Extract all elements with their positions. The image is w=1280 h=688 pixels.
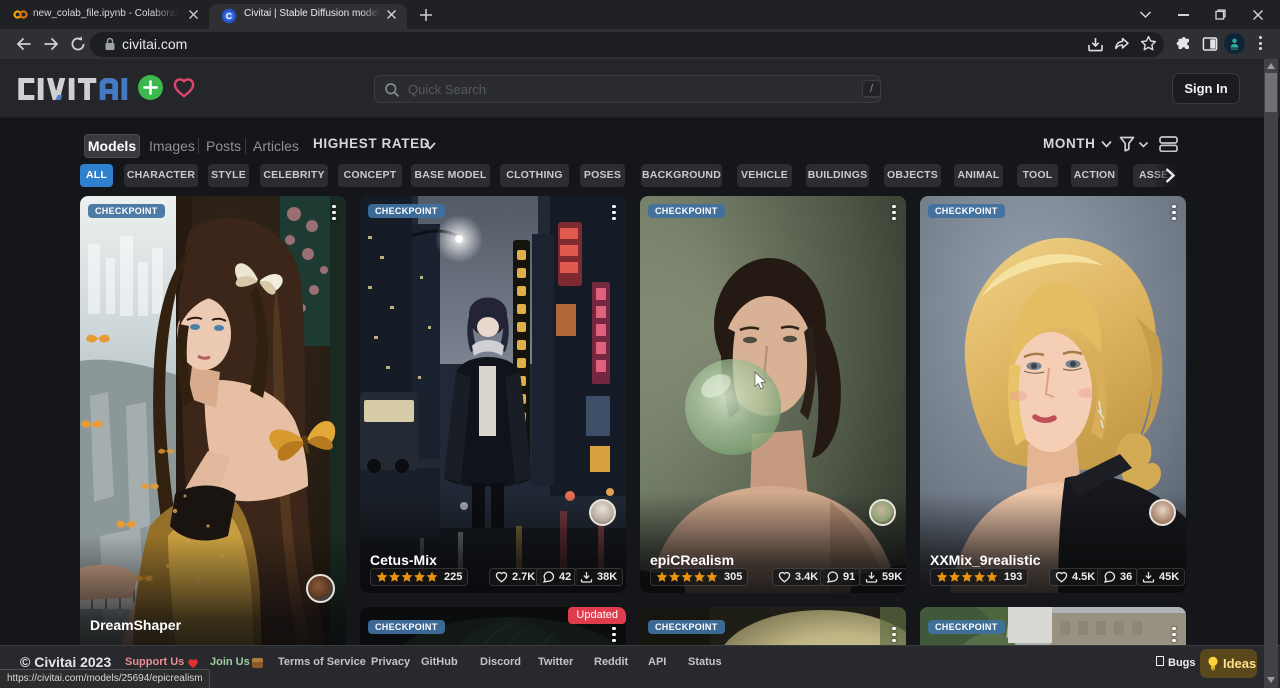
svg-text:C: C: [226, 11, 232, 21]
